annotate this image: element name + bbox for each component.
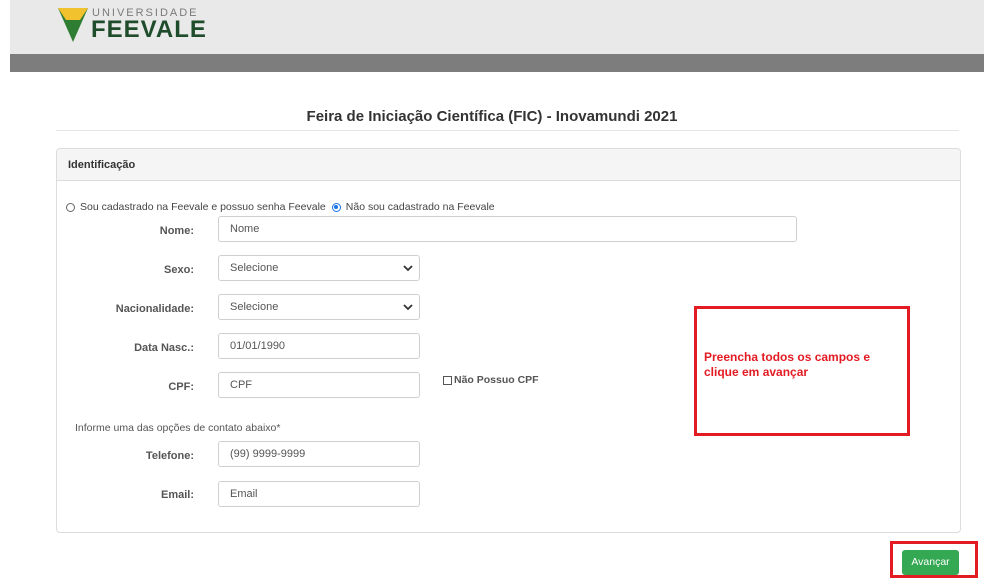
chevron-down-icon (403, 265, 413, 272)
nome-input[interactable]: Nome (218, 216, 797, 242)
nacionalidade-select[interactable]: Selecione (218, 294, 420, 320)
page-title: Feira de Iniciação Científica (FIC) - In… (306, 108, 678, 125)
data-nasc-label: Data Nasc.: (134, 342, 194, 354)
checkbox-box[interactable] (443, 375, 452, 385)
panel-header: Identificação (57, 149, 960, 181)
nao-possuo-cpf-checkbox[interactable]: Não Possuo CPF (443, 374, 539, 386)
email-input[interactable]: Email (218, 481, 420, 507)
telefone-input[interactable]: (99) 9999-9999 (218, 441, 420, 467)
logo-big-text: FEEVALE (91, 16, 207, 43)
cpf-input[interactable]: CPF (218, 372, 420, 398)
telefone-label: Telefone: (145, 450, 194, 462)
radio-not-registered-label[interactable]: Não sou cadastrado na Feevale (346, 201, 495, 213)
email-label: Email: (160, 489, 194, 501)
nacionalidade-select-value: Selecione (230, 301, 279, 313)
header-divider-bar (10, 54, 984, 72)
sexo-select-value: Selecione (230, 262, 279, 274)
sexo-label: Sexo: (164, 264, 194, 276)
instruction-line-2: clique em avançar (704, 365, 809, 379)
instruction-text: Preencha todos os campos e clique em ava… (704, 350, 904, 380)
feevale-shield-icon (58, 8, 88, 42)
radio-registered[interactable] (66, 202, 75, 212)
chevron-down-icon (403, 304, 413, 311)
registration-radio-group: Sou cadastrado na Feevale e possuo senha… (66, 200, 495, 214)
title-divider (56, 130, 959, 131)
data-nasc-input[interactable]: 01/01/1990 (218, 333, 420, 359)
avancar-button[interactable]: Avançar (902, 550, 959, 575)
instruction-line-1: Preencha todos os campos e (704, 350, 871, 364)
nacionalidade-label: Nacionalidade: (115, 303, 194, 315)
radio-not-registered[interactable] (331, 202, 341, 212)
nao-possuo-cpf-label[interactable]: Não Possuo CPF (454, 374, 539, 386)
contact-instructions: Informe uma das opções de contato abaixo… (75, 422, 281, 434)
cpf-label: CPF: (168, 381, 194, 393)
panel-title: Identificação (68, 159, 136, 171)
radio-registered-label[interactable]: Sou cadastrado na Feevale e possuo senha… (80, 201, 326, 213)
nome-label: Nome: (159, 225, 194, 237)
feevale-logo[interactable]: UNIVERSIDADE FEEVALE (58, 2, 218, 44)
sexo-select[interactable]: Selecione (218, 255, 420, 281)
